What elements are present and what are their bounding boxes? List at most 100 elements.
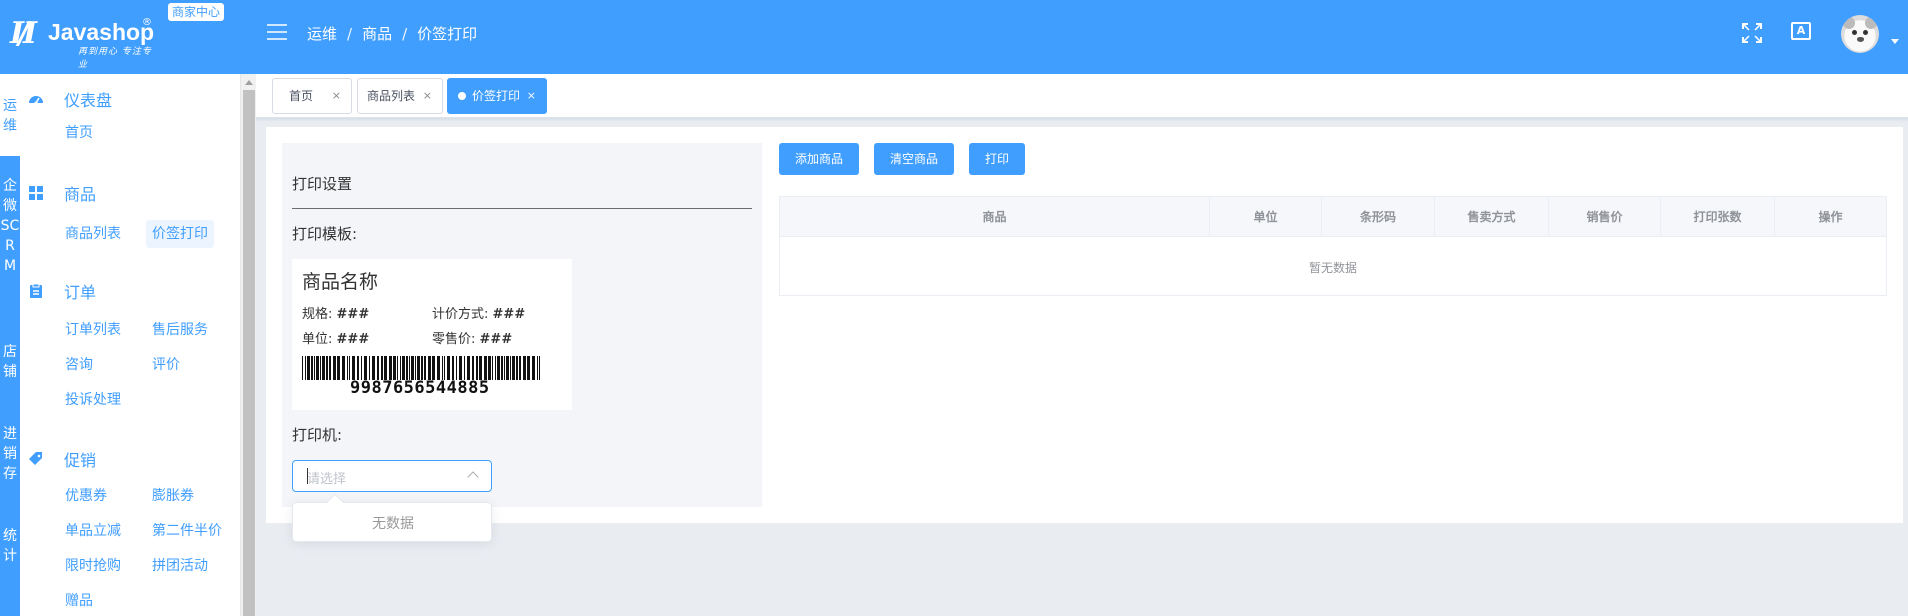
sidebar-item-home[interactable]: 首页: [59, 119, 99, 147]
sidebar-item-complaint[interactable]: 投诉处理: [59, 386, 127, 414]
menu-group-goods[interactable]: 商品: [28, 182, 96, 204]
sidebar-item-expand-coupon[interactable]: 膨胀券: [146, 482, 200, 510]
barcode-bar: [479, 356, 482, 380]
barcode-bar: [519, 356, 521, 380]
barcode-bar: [364, 356, 367, 380]
barcode-bar: [411, 356, 414, 380]
barcode-bar: [409, 356, 410, 380]
breadcrumb-item-ops[interactable]: 运维: [307, 24, 337, 44]
price-tag-template[interactable]: 商品名称 规格: ### 计价方式: ### 单位: ### 零售价: ### …: [292, 259, 572, 410]
tab-close-icon[interactable]: ×: [332, 79, 341, 113]
avatar-eye: [1863, 30, 1868, 35]
tab-goods-list[interactable]: 商品列表 ×: [357, 78, 443, 114]
barcode-bar: [437, 356, 440, 380]
breadcrumb-separator: /: [402, 25, 408, 43]
tab-close-icon[interactable]: ×: [423, 79, 432, 113]
barcode-bar: [456, 356, 457, 380]
print-button[interactable]: 打印: [969, 143, 1025, 175]
scrollbar-thumb[interactable]: [243, 90, 255, 616]
sidebar-item-gift[interactable]: 赠品: [59, 587, 99, 615]
menu-group-orders[interactable]: 订单: [28, 280, 96, 302]
barcode-bar: [314, 356, 315, 380]
sidebar-item-single-discount[interactable]: 单品立减: [59, 517, 127, 545]
add-goods-button[interactable]: 添加商品: [779, 143, 859, 175]
menu-group-promotion[interactable]: 促销: [28, 448, 96, 470]
tab-price-tag-print[interactable]: 价签打印 ×: [447, 78, 547, 114]
barcode-bar: [402, 356, 405, 380]
rail-item-inventory[interactable]: 进销存: [0, 424, 20, 484]
sidebar-item-order-list[interactable]: 订单列表: [59, 316, 127, 344]
barcode-bar: [510, 356, 511, 380]
printer-select[interactable]: 请选择: [292, 460, 492, 492]
template-goods-name: 商品名称: [302, 271, 379, 293]
logo-registered-mark: ®: [142, 17, 152, 28]
logo-mark-icon: I/I: [10, 16, 37, 51]
barcode-bar: [506, 356, 509, 380]
column-header-print-count: 打印张数: [1661, 197, 1775, 237]
barcode-bar: [504, 356, 505, 380]
scroll-up-arrow-icon[interactable]: [245, 80, 253, 85]
barcode-bar: [357, 356, 359, 380]
sidebar-item-goods-list[interactable]: 商品列表: [59, 220, 127, 248]
sidebar-item-coupon[interactable]: 优惠券: [59, 482, 113, 510]
rail-item-scrm[interactable]: 企微SCRM: [0, 176, 20, 276]
sidebar-item-consult[interactable]: 咨询: [59, 351, 99, 379]
printer-label: 打印机:: [292, 426, 343, 444]
goods-table: 商品 单位 条形码 售卖方式 销售价 打印张数 操作 暂无数据: [779, 196, 1887, 296]
tabs-shadow: [256, 118, 1908, 122]
rail-item-shop[interactable]: 店铺: [0, 342, 20, 382]
template-unit-value: ###: [336, 332, 370, 347]
column-header-sale-price: 销售价: [1549, 197, 1661, 237]
sidebar-item-second-half-price[interactable]: 第二件半价: [146, 517, 228, 545]
menu-group-dashboard[interactable]: 仪表盘: [28, 88, 112, 110]
avatar-nose: [1857, 37, 1864, 42]
tab-close-icon[interactable]: ×: [527, 79, 536, 113]
fullscreen-icon[interactable]: [1741, 22, 1763, 44]
barcode-bar: [389, 356, 392, 380]
barcode-bar: [516, 356, 518, 380]
text-cursor: [307, 468, 308, 484]
breadcrumb-item-goods[interactable]: 商品: [362, 24, 392, 44]
tag-icon: [28, 451, 44, 467]
rail-item-ops[interactable]: 运维: [0, 96, 20, 136]
dashboard-icon: [28, 91, 44, 107]
chevron-up-icon[interactable]: [467, 471, 479, 483]
column-header-sale-method: 售卖方式: [1435, 197, 1549, 237]
barcode-bar: [372, 356, 375, 380]
barcode-bar: [447, 356, 450, 380]
top-header: I/I Javashop ® 再到用心 专注专业 商家中心 运维 / 商品 / …: [0, 0, 1908, 74]
sidebar-item-price-tag-print[interactable]: 价签打印: [146, 220, 214, 248]
barcode-bar: [400, 356, 401, 380]
barcode-bar: [428, 356, 431, 380]
column-header-actions: 操作: [1818, 210, 1843, 224]
template-unit-label: 单位:: [302, 332, 333, 347]
sidebar-item-after-sales[interactable]: 售后服务: [146, 316, 214, 344]
language-icon-letter: A: [1791, 22, 1811, 40]
tab-label: 商品列表: [367, 89, 416, 103]
barcode-bar: [361, 356, 362, 380]
barcode-bar: [322, 356, 325, 380]
rail-item-stats[interactable]: 统计: [0, 526, 20, 566]
sidebar-item-review[interactable]: 评价: [146, 351, 186, 379]
language-switch-icon[interactable]: A: [1791, 22, 1813, 44]
barcode-bar: [472, 356, 474, 380]
sidebar-item-flash-sale[interactable]: 限时抢购: [59, 552, 127, 580]
clear-goods-button[interactable]: 清空商品: [874, 143, 954, 175]
sidebar-item-group-buy[interactable]: 拼团活动: [146, 552, 214, 580]
sidebar-scrollbar[interactable]: [240, 74, 256, 616]
hamburger-menu-icon[interactable]: [267, 24, 287, 40]
barcode-bar: [337, 356, 340, 380]
barcode-bar: [501, 356, 503, 380]
grid-icon: [28, 185, 44, 201]
tab-home[interactable]: 首页 ×: [272, 78, 352, 114]
user-avatar[interactable]: [1841, 15, 1879, 53]
column-header-barcode: 条形码: [1322, 197, 1435, 237]
barcode-bar: [417, 356, 420, 380]
avatar-dropdown-caret-icon[interactable]: [1891, 39, 1899, 44]
javashop-logo[interactable]: I/I Javashop ® 再到用心 专注专业: [10, 16, 160, 70]
barcode-bar: [497, 356, 500, 380]
barcode-bar: [349, 356, 350, 380]
barcode-bar: [384, 356, 387, 380]
barcode-bar: [305, 356, 306, 380]
breadcrumb-item-price-tag: 价签打印: [417, 25, 478, 43]
